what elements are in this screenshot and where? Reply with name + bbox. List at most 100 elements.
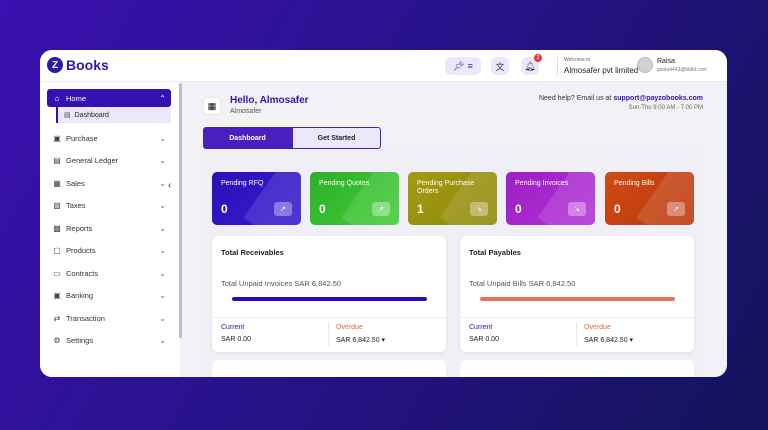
translate-icon: 文 <box>495 61 505 72</box>
notifications-button[interactable]: 🔔︎ 2 <box>521 54 542 75</box>
user-name: Raisa <box>657 57 675 65</box>
settings-icon: ⚙︎ <box>53 335 61 345</box>
chevron-down-icon: ⌄ <box>159 313 166 323</box>
overdue-column[interactable]: Overdue SAR 6,842.50 ▾ <box>336 324 385 344</box>
app-window: Z Books 📌︎ ≡ 文 🔔︎ 2 Welcome to Almosafer… <box>40 50 727 377</box>
chevron-up-icon: ⌃ <box>159 93 166 103</box>
current-column: Current SAR 0.00 <box>221 324 251 343</box>
chevron-down-icon: ⌄ <box>159 290 166 300</box>
total-payables-card: Total Payables Total Unpaid Bills SAR 6,… <box>460 236 694 352</box>
sidebar-item-general-ledger[interactable]: ▤ General Ledger ⌄ <box>47 151 171 169</box>
divider <box>212 317 446 318</box>
sidebar-item-label: Taxes <box>66 200 86 210</box>
sidebar-item-reports[interactable]: ▩ Reports ⌄ <box>47 219 171 237</box>
chevron-down-icon: ⌄ <box>159 200 166 210</box>
tab-get-started[interactable]: Get Started <box>292 127 381 149</box>
sidebar-item-products[interactable]: ▢ Products ⌄ <box>47 241 171 259</box>
card-title: Pending Quotes <box>319 180 370 187</box>
pending-rfq-card[interactable]: Pending RFQ 0 ↗ <box>212 172 301 225</box>
overdue-value: SAR 6,842.50 ▾ <box>336 336 385 344</box>
products-icon: ▢ <box>53 245 61 255</box>
user-email: gsata4443@bbibl.com <box>657 66 707 73</box>
overdue-value: SAR 6,842.50 ▾ <box>584 336 633 344</box>
support-email-link[interactable]: support@payzobooks.com <box>613 95 703 102</box>
sidebar-item-label: Banking <box>66 290 94 300</box>
user-menu[interactable]: Raisa gsata4443@bbibl.com <box>637 57 707 73</box>
support-hours: Sun-Thu 9.00 AM - 7.00 PM <box>628 105 703 111</box>
chart-icon: ↘ <box>568 202 586 216</box>
sales-icon: ▦ <box>53 178 61 188</box>
sidebar-item-sales[interactable]: ▦ Sales ⌄ <box>47 174 171 192</box>
bottom-card <box>212 360 446 377</box>
pending-invoices-card[interactable]: Pending Invoices 0 ↘ <box>506 172 595 225</box>
help-contact: Need help? Email us at support@payzobook… <box>539 95 703 111</box>
sidebar-scrollbar[interactable] <box>179 83 182 338</box>
sidebar-item-transaction[interactable]: ⇄ Transaction ⌄ <box>47 309 171 327</box>
sidebar-item-label: Products <box>66 245 96 255</box>
logo-icon: Z <box>47 57 63 73</box>
chevron-down-icon: ⌄ <box>159 245 166 255</box>
progress-bar <box>480 297 675 301</box>
chevron-down-icon: ⌄ <box>159 268 166 278</box>
translate-button[interactable]: 文 <box>491 57 509 75</box>
building-icon: ▦ <box>203 97 221 115</box>
bottom-card <box>460 360 694 377</box>
pending-bills-card[interactable]: Pending Bills 0 ↗ <box>605 172 694 225</box>
bank-icon: ▣ <box>53 290 61 300</box>
chevron-down-icon: ⌄ <box>159 178 166 188</box>
card-value: 0 <box>319 202 326 216</box>
current-value: SAR 0.00 <box>469 336 499 343</box>
sidebar-item-label: Purchase <box>66 133 98 143</box>
card-value: 1 <box>417 202 424 216</box>
sidebar-item-label: Contracts <box>66 268 99 278</box>
pending-quotes-card[interactable]: Pending Quotes 0 ↗ <box>310 172 399 225</box>
app-name: Books <box>66 57 109 73</box>
app-logo[interactable]: Z Books <box>47 57 109 73</box>
card-value: 0 <box>614 202 621 216</box>
overdue-column[interactable]: Overdue SAR 6,842.50 ▾ <box>584 324 633 344</box>
chevron-down-icon: ⌄ <box>159 223 166 233</box>
card-title: Total Payables <box>469 248 521 257</box>
tab-dashboard[interactable]: Dashboard <box>203 127 292 149</box>
pin-icon: 📌︎ <box>453 60 465 71</box>
pending-purchase-orders-card[interactable]: Pending Purchase Orders 1 ↘ <box>408 172 497 225</box>
bell-icon: 🔔︎ <box>524 60 536 71</box>
sidebar-item-label: Home <box>66 93 87 103</box>
sidebar-item-home[interactable]: ⌂ Home ⌃ <box>47 89 171 107</box>
ledger-icon: ▤ <box>53 155 61 165</box>
company-switcher[interactable]: Welcome to Almosafer pvt limited <box>557 57 638 75</box>
tax-icon: ▧ <box>53 200 61 210</box>
divider <box>460 317 694 318</box>
caret-down-icon[interactable]: ▾ <box>382 337 386 344</box>
sidebar-item-taxes[interactable]: ▧ Taxes ⌄ <box>47 196 171 214</box>
card-title: Pending RFQ <box>221 180 264 187</box>
collapse-sidebar-icon[interactable]: ‹ <box>168 180 171 191</box>
top-bar: Z Books 📌︎ ≡ 文 🔔︎ 2 Welcome to Almosafer… <box>40 50 727 82</box>
unpaid-total: Total Unpaid Bills SAR 6,842.50 <box>469 279 576 288</box>
sidebar-item-purchase[interactable]: ▣ Purchase ⌄ <box>47 129 171 147</box>
divider <box>328 322 329 346</box>
total-receivables-card: Total Receivables Total Unpaid Invoices … <box>212 236 446 352</box>
sidebar-item-label: Transaction <box>66 313 105 323</box>
home-icon: ⌂ <box>54 93 60 103</box>
sidebar-item-dashboard[interactable]: ▤ Dashboard <box>56 107 171 123</box>
card-value: 0 <box>515 202 522 216</box>
pin-menu-button[interactable]: 📌︎ ≡ <box>445 57 481 75</box>
dashboard-tabs: Dashboard Get Started <box>203 127 381 149</box>
sidebar-item-banking[interactable]: ▣ Banking ⌄ <box>47 286 171 304</box>
company-name: Almosafer pvt limited <box>564 66 639 75</box>
greeting-subtitle: Almosafer <box>230 108 262 115</box>
sidebar-item-label: Dashboard <box>74 111 109 119</box>
divider <box>576 322 577 346</box>
reports-icon: ▩ <box>53 223 61 233</box>
caret-down-icon[interactable]: ▾ <box>630 337 634 344</box>
card-title: Pending Invoices <box>515 180 569 187</box>
card-title: Pending Bills <box>614 180 655 187</box>
card-value: 0 <box>221 202 228 216</box>
sidebar-item-contracts[interactable]: ▭ Contracts ⌄ <box>47 264 171 282</box>
welcome-label: Welcome to <box>564 57 591 63</box>
sidebar-item-settings[interactable]: ⚙︎ Settings ⌄ <box>47 331 171 349</box>
sidebar-item-label: Settings <box>66 335 94 345</box>
contracts-icon: ▭ <box>53 268 61 278</box>
chevron-down-icon: ⌄ <box>159 133 166 143</box>
